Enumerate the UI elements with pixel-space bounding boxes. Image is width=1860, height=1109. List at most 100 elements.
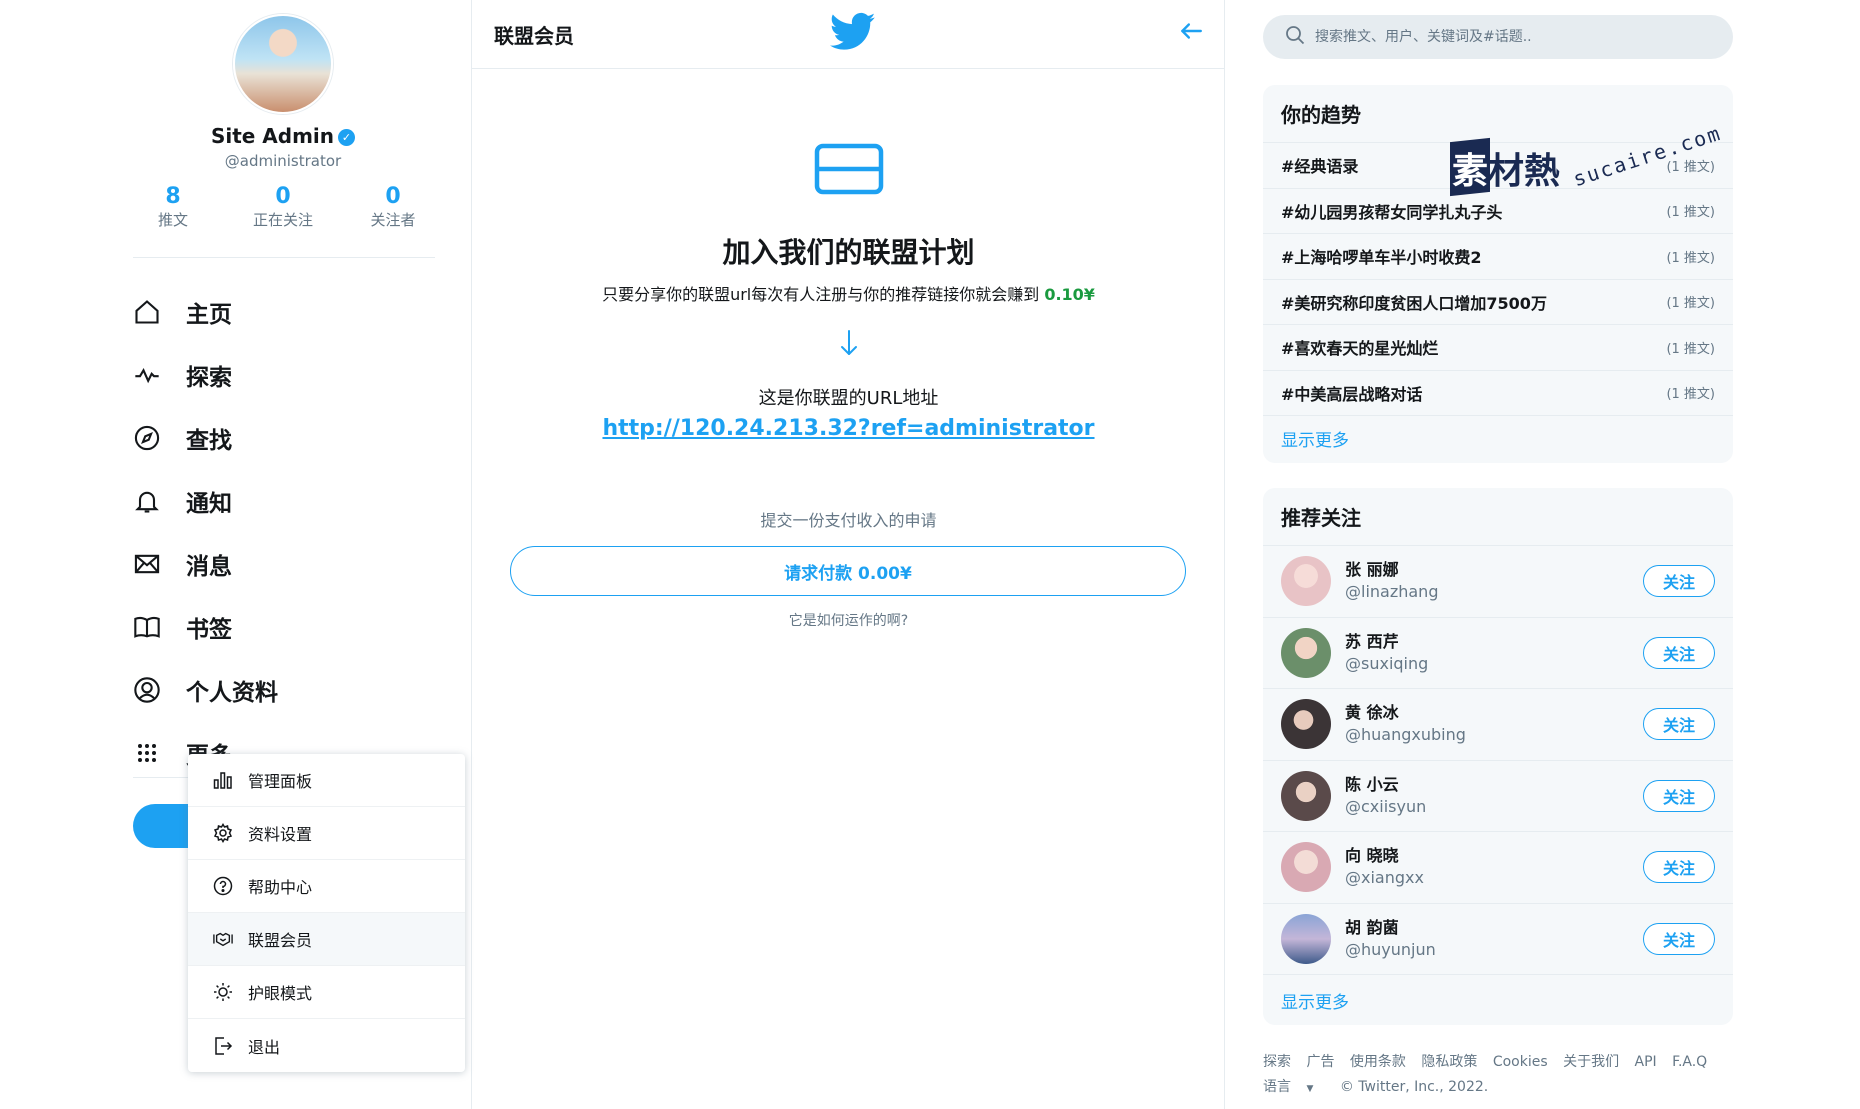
footer: 探索 广告 使用条款 隐私政策 Cookies 关于我们 API F.A.Q 语… — [1263, 1050, 1743, 1102]
search-input[interactable] — [1315, 29, 1715, 45]
nav-item-messages[interactable]: 消息 — [132, 532, 278, 595]
footer-link[interactable]: Cookies — [1493, 1054, 1548, 1070]
nav-item-notifications[interactable]: 通知 — [132, 469, 278, 532]
footer-link[interactable]: 广告 — [1306, 1054, 1334, 1070]
divider — [133, 777, 193, 778]
bar-chart-icon — [213, 770, 233, 790]
gear-icon — [213, 823, 233, 843]
nav-item-bookmarks[interactable]: 书签 — [132, 595, 278, 658]
follow-item: 张 丽娜 @linazhang 关注 — [1263, 546, 1733, 618]
how-it-works-link[interactable]: 它是如何运作的啊? — [472, 610, 1225, 630]
follow-button[interactable]: 关注 — [1643, 851, 1715, 884]
arrow-down-icon — [837, 328, 861, 362]
page-header: 联盟会员 — [472, 0, 1224, 69]
user-name[interactable]: 苏 西芹 — [1345, 631, 1643, 653]
footer-link[interactable]: 隐私政策 — [1421, 1054, 1477, 1070]
follow-button[interactable]: 关注 — [1643, 636, 1715, 669]
language-selector[interactable]: 语言 ▼ — [1263, 1079, 1324, 1095]
watermark-logo: 素材熱 sucaire.com — [1450, 121, 1740, 202]
nav-item-explore[interactable]: 探索 — [132, 343, 278, 406]
left-sidebar: Site Admin ✓ @administrator 8 推文 0 正在关注 0… — [0, 0, 472, 1109]
follow-title: 推荐关注 — [1263, 488, 1733, 546]
menu-item-logout[interactable]: 退出 — [188, 1019, 465, 1072]
nav-item-search[interactable]: 查找 — [132, 406, 278, 469]
user-name[interactable]: 胡 韵菌 — [1345, 917, 1643, 939]
footer-link[interactable]: API — [1635, 1054, 1657, 1070]
credit-card-icon — [814, 143, 884, 199]
user-handle: @huangxubing — [1345, 725, 1466, 745]
trend-item[interactable]: #美研究称印度贫困人口增加7500万 (1 推文) — [1263, 280, 1733, 325]
search-icon — [1285, 25, 1305, 49]
payout-hint: 提交一份支付收入的申请 — [760, 511, 937, 530]
help-icon — [213, 876, 233, 896]
trend-item[interactable]: #喜欢春天的星光灿烂 (1 推文) — [1263, 325, 1733, 371]
user-name[interactable]: 向 晓晓 — [1345, 845, 1643, 867]
caret-down-icon: ▼ — [1306, 1084, 1314, 1094]
reward-amount: 0.10¥ — [1044, 285, 1095, 304]
avatar[interactable] — [1281, 699, 1331, 750]
compass-icon — [132, 423, 162, 453]
home-icon — [132, 297, 162, 327]
follow-button[interactable]: 关注 — [1643, 922, 1715, 955]
follow-button[interactable]: 关注 — [1643, 779, 1715, 812]
menu-item-admin-panel[interactable]: 管理面板 — [188, 754, 465, 807]
copyright: © Twitter, Inc., 2022. — [1339, 1079, 1489, 1095]
trend-item[interactable]: #上海哈啰单车半小时收费2 (1 推文) — [1263, 234, 1733, 280]
sun-icon — [213, 982, 233, 1002]
user-name[interactable]: 陈 小云 — [1345, 774, 1643, 796]
profile-stats: 8 推文 0 正在关注 0 关注者 — [118, 184, 448, 230]
follow-button[interactable]: 关注 — [1643, 565, 1715, 598]
follow-item: 向 晓晓 @xiangxx 关注 — [1263, 832, 1733, 904]
more-dropdown-menu: 管理面板 资料设置 帮助中心 联盟会员 护眼模式 退出 — [188, 754, 465, 1072]
follow-show-more-link[interactable]: 显示更多 — [1263, 975, 1733, 1025]
nav-item-home[interactable]: 主页 — [132, 280, 278, 343]
avatar[interactable] — [1281, 770, 1331, 821]
affiliate-heading: 加入我们的联盟计划 — [722, 236, 975, 269]
back-arrow-icon[interactable] — [1178, 18, 1204, 48]
user-name[interactable]: 黄 徐冰 — [1345, 702, 1643, 724]
menu-item-help-center[interactable]: 帮助中心 — [188, 860, 465, 913]
logout-icon — [213, 1036, 233, 1056]
nav-item-profile[interactable]: 个人资料 — [132, 658, 278, 721]
search-bar[interactable] — [1263, 15, 1733, 59]
url-label: 这是你联盟的URL地址 — [758, 388, 939, 409]
trend-item[interactable]: #中美高层战略对话 (1 推文) — [1263, 371, 1733, 416]
book-icon — [132, 612, 162, 642]
footer-link[interactable]: 关于我们 — [1563, 1054, 1619, 1070]
stat-tweets[interactable]: 8 推文 — [118, 184, 228, 230]
trends-show-more-link[interactable]: 显示更多 — [1263, 416, 1733, 461]
avatar[interactable] — [1281, 556, 1331, 607]
twitter-bird-icon[interactable] — [829, 12, 876, 56]
stat-followers[interactable]: 0 关注者 — [338, 184, 448, 230]
footer-bottom: 语言 ▼ © Twitter, Inc., 2022. — [1263, 1075, 1743, 1102]
verified-badge-icon: ✓ — [338, 129, 356, 146]
activity-icon — [132, 360, 162, 390]
page-title: 联盟会员 — [494, 24, 574, 48]
follow-suggestions-panel: 推荐关注 张 丽娜 @linazhang 关注 苏 西芹 @suxiqing 关… — [1263, 488, 1733, 1025]
user-handle: @cxiisyun — [1345, 796, 1427, 816]
avatar[interactable] — [1281, 627, 1331, 678]
user-name[interactable]: 张 丽娜 — [1345, 559, 1643, 581]
affiliate-url-link[interactable]: http://120.24.213.32?ref=administrator — [472, 416, 1225, 441]
request-payout-button[interactable]: 请求付款 0.00¥ — [510, 546, 1186, 596]
bell-icon — [132, 486, 162, 516]
menu-item-eye-care-mode[interactable]: 护眼模式 — [188, 966, 465, 1019]
avatar[interactable] — [1281, 913, 1331, 964]
follow-item: 胡 韵菌 @huyunjun 关注 — [1263, 904, 1733, 975]
divider — [133, 257, 435, 258]
menu-item-settings[interactable]: 资料设置 — [188, 807, 465, 860]
stat-following[interactable]: 0 正在关注 — [228, 184, 338, 230]
follow-item: 陈 小云 @cxiisyun 关注 — [1263, 761, 1733, 832]
footer-link[interactable]: 使用条款 — [1350, 1054, 1406, 1070]
follow-button[interactable]: 关注 — [1643, 708, 1715, 741]
grid-dots-icon — [132, 738, 162, 768]
profile-avatar[interactable] — [233, 14, 333, 114]
footer-link[interactable]: 探索 — [1263, 1054, 1291, 1070]
follow-item: 黄 徐冰 @huangxubing 关注 — [1263, 689, 1733, 761]
follow-item: 苏 西芹 @suxiqing 关注 — [1263, 618, 1733, 689]
user-handle: @xiangxx — [1345, 868, 1424, 888]
footer-link[interactable]: F.A.Q — [1672, 1054, 1707, 1070]
affiliate-description: 只要分享你的联盟url每次有人注册与你的推荐链接你就会赚到 0.10¥ — [602, 285, 1095, 304]
menu-item-affiliates[interactable]: 联盟会员 — [188, 913, 465, 966]
avatar[interactable] — [1281, 842, 1331, 893]
